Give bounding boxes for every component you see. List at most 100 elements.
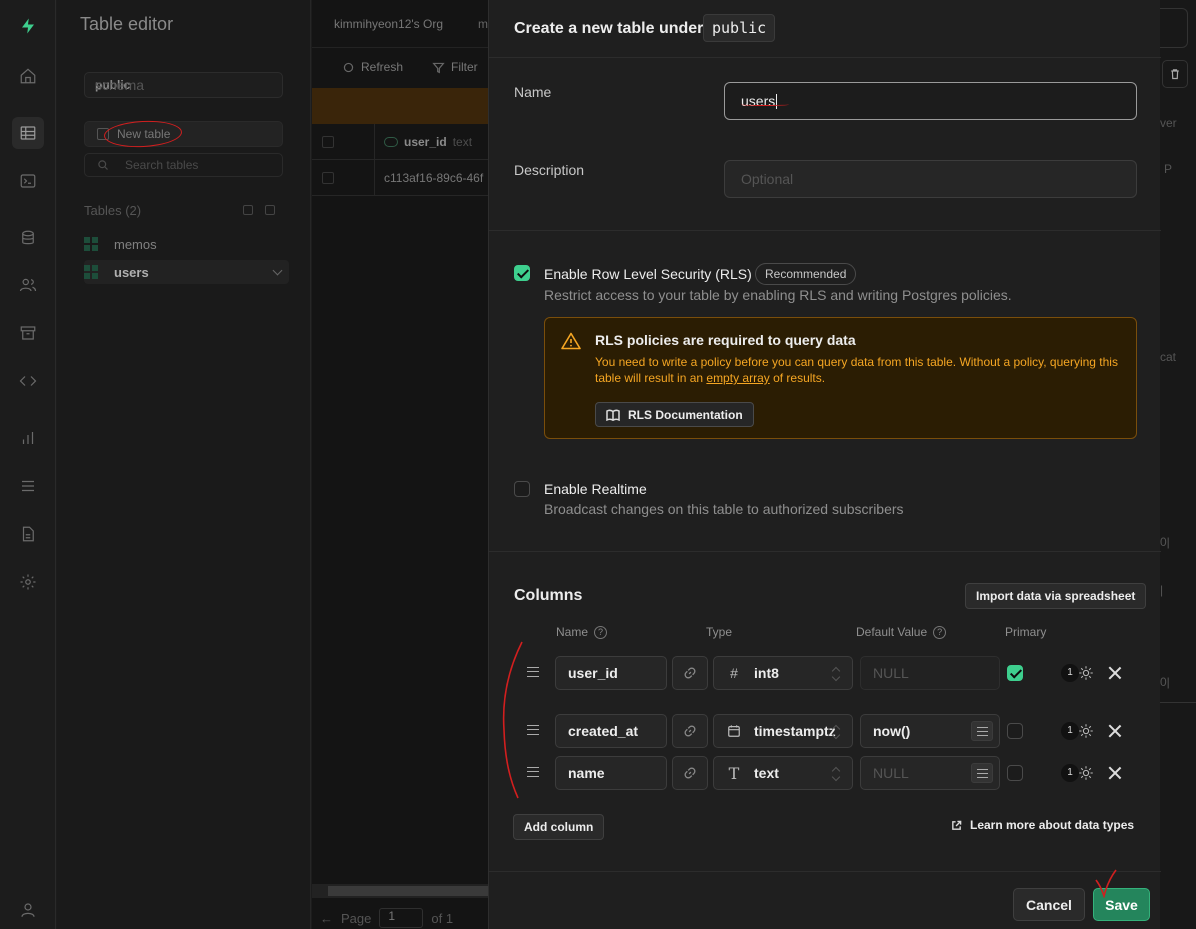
description-label: Description <box>514 162 585 178</box>
page-input[interactable]: 1 <box>379 908 424 928</box>
import-spreadsheet-button[interactable]: Import data via spreadsheet <box>965 583 1147 609</box>
supabase-logo-icon[interactable] <box>12 10 44 42</box>
app-root: Table editor schema public New table Sea… <box>0 0 1196 929</box>
home-icon[interactable] <box>12 60 44 92</box>
schema-select[interactable]: schema public <box>84 72 283 98</box>
text-caret <box>776 93 778 109</box>
grid-cell[interactable]: c113af16-89c6-46f <box>384 171 483 185</box>
search-tables-input[interactable]: Search tables <box>84 153 283 177</box>
drag-handle-icon[interactable] <box>527 725 539 735</box>
delete-button[interactable] <box>1162 60 1188 88</box>
table-row[interactable]: c113af16-89c6-46f <box>312 160 488 196</box>
primary-key-icon <box>384 137 398 147</box>
column-type-select[interactable]: # int8 <box>713 656 853 690</box>
edge-functions-icon[interactable] <box>12 365 44 397</box>
column-name-input[interactable]: name <box>555 756 667 790</box>
database-icon[interactable] <box>12 222 44 254</box>
api-docs-icon[interactable] <box>12 518 44 550</box>
auth-users-icon[interactable] <box>12 269 44 301</box>
column-header-primary-label: Primary <box>1005 625 1047 639</box>
column-settings-gear-icon[interactable] <box>1077 722 1095 740</box>
collapse-icon[interactable] <box>243 205 253 215</box>
external-link-icon <box>952 820 962 830</box>
primary-key-checkbox[interactable] <box>1007 665 1023 681</box>
cancel-button[interactable]: Cancel <box>1013 888 1085 921</box>
default-value-list-icon[interactable] <box>971 721 993 741</box>
background-text: | <box>1160 583 1164 597</box>
foreign-key-button[interactable] <box>672 656 708 690</box>
rls-documentation-button[interactable]: RLS Documentation <box>595 402 754 427</box>
warning-banner <box>312 88 488 124</box>
prev-page-arrow-icon[interactable]: ← <box>320 911 333 926</box>
chevron-updown-icon <box>832 767 840 781</box>
panel-header: Create a new table under public <box>489 0 1161 58</box>
sidebar-item-memos[interactable]: memos <box>84 232 292 256</box>
refresh-button[interactable]: Refresh <box>342 60 403 74</box>
default-value-text: now() <box>873 723 911 739</box>
default-value-input[interactable]: NULL <box>860 756 1000 790</box>
foreign-key-button[interactable] <box>672 714 708 748</box>
refresh-label: Refresh <box>361 60 404 74</box>
annotation-checkmark <box>1095 869 1117 898</box>
learn-more-link[interactable]: Learn more about data types <box>951 818 1134 832</box>
default-value-input[interactable]: now() <box>860 714 1000 748</box>
project-breadcrumb[interactable]: m <box>478 17 488 31</box>
add-column-button[interactable]: Add column <box>513 814 605 840</box>
remove-column-close-icon[interactable] <box>1107 765 1123 781</box>
help-circle-icon[interactable]: ? <box>933 625 947 639</box>
top-bar: kimmihyeon12's Org m <box>312 0 488 48</box>
table-name-input[interactable]: users <box>724 82 1137 120</box>
remove-column-close-icon[interactable] <box>1107 723 1123 739</box>
horizontal-scrollbar[interactable] <box>312 884 488 898</box>
alert-title: RLS policies are required to query data <box>595 332 856 348</box>
foreign-key-button[interactable] <box>672 756 708 790</box>
column-type-select[interactable]: timestamptz <box>713 714 853 748</box>
storage-icon[interactable] <box>12 317 44 349</box>
column-header-type: Type <box>706 625 732 639</box>
chevron-down-icon[interactable] <box>272 265 283 276</box>
select-all-checkbox[interactable] <box>322 136 334 148</box>
description-input[interactable]: Optional <box>724 160 1137 198</box>
table-editor-sidebar: Table editor schema public New table Sea… <box>57 0 311 929</box>
sidebar-item-users[interactable]: users <box>84 260 289 284</box>
rls-checkbox[interactable] <box>514 265 530 281</box>
drag-handle-icon[interactable] <box>527 767 539 777</box>
settings-gear-icon[interactable] <box>12 566 44 598</box>
row-checkbox[interactable] <box>322 172 334 184</box>
annotation-bracket <box>502 641 523 799</box>
column-settings-gear-icon[interactable] <box>1077 764 1095 782</box>
column-type-value: timestamptz <box>754 723 836 739</box>
link-icon <box>684 725 696 737</box>
refresh-tables-icon[interactable] <box>265 205 275 215</box>
alert-body: You need to write a policy before you ca… <box>595 354 1120 386</box>
schema-code: public <box>703 14 776 42</box>
column-name-input[interactable]: user_id <box>555 656 667 690</box>
primary-key-checkbox[interactable] <box>1007 765 1023 781</box>
org-breadcrumb[interactable]: kimmihyeon12's Org <box>334 17 443 31</box>
primary-key-checkbox[interactable] <box>1007 723 1023 739</box>
table-editor-icon[interactable] <box>12 117 44 149</box>
column-row: created_at timestamptz now() 1 <box>489 714 1161 748</box>
icon-rail <box>0 0 56 929</box>
recommended-badge: Recommended <box>755 263 857 285</box>
default-value-list-icon[interactable] <box>971 763 993 783</box>
filter-icon <box>432 62 445 73</box>
default-value-input[interactable]: NULL <box>860 656 1000 690</box>
drag-handle-icon[interactable] <box>527 667 539 677</box>
default-value-placeholder: NULL <box>873 665 909 681</box>
column-settings-gear-icon[interactable] <box>1077 664 1095 682</box>
remove-column-close-icon[interactable] <box>1107 665 1123 681</box>
chevron-updown-icon <box>832 667 840 681</box>
column-type-select[interactable]: T text <box>713 756 853 790</box>
realtime-checkbox[interactable] <box>514 481 530 497</box>
reports-icon[interactable] <box>12 422 44 454</box>
scrollbar-thumb[interactable] <box>328 886 488 896</box>
column-name-input[interactable]: created_at <box>555 714 667 748</box>
grid-column-header[interactable]: user_id text <box>384 135 472 149</box>
sql-editor-icon[interactable] <box>12 165 44 197</box>
user-account-icon[interactable] <box>12 894 44 926</box>
empty-array-link[interactable]: empty array <box>706 371 769 385</box>
filter-button[interactable]: Filter <box>432 60 478 74</box>
help-circle-icon[interactable]: ? <box>594 625 608 639</box>
logs-icon[interactable] <box>12 470 44 502</box>
